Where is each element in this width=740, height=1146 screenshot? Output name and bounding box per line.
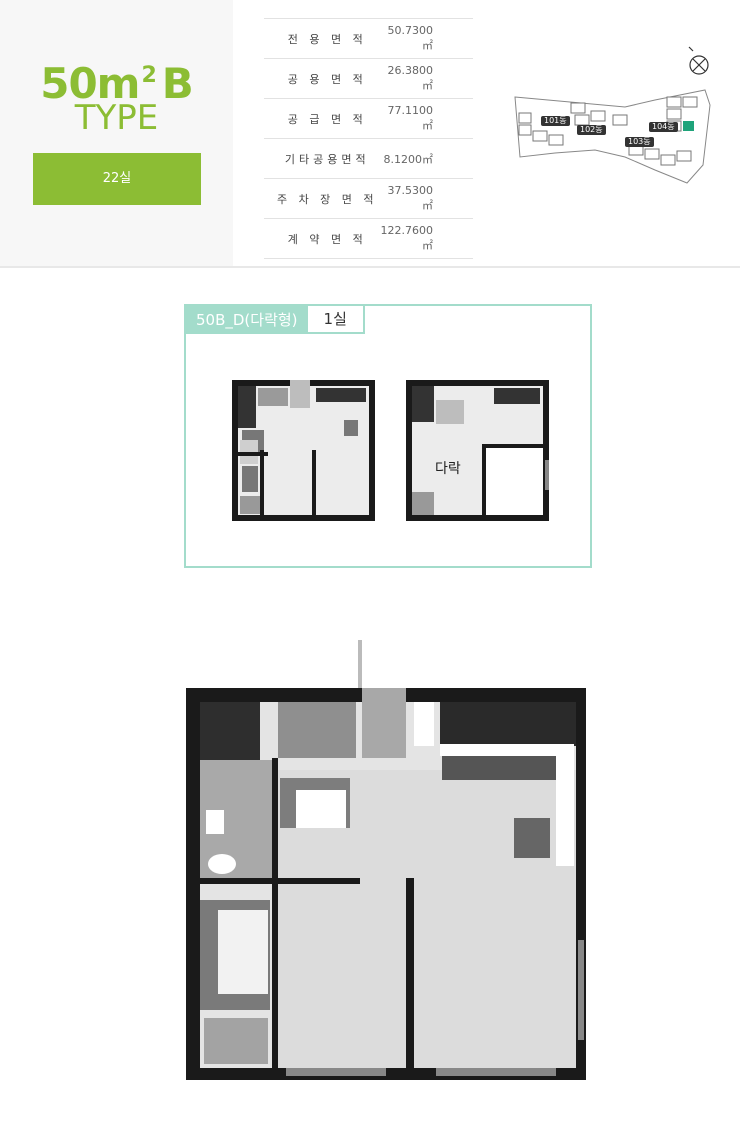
area-value: 8.1200㎡	[379, 138, 473, 179]
units-badge: 22실	[33, 153, 201, 205]
header-divider	[0, 266, 740, 268]
type-title-sup: 2	[141, 63, 156, 88]
area-value: 50.7300㎡	[379, 18, 473, 59]
building-tag: 102동	[577, 125, 606, 135]
area-value: 77.1100㎡	[379, 98, 473, 139]
building-tag: 104동	[649, 122, 678, 132]
area-row: 공 용 면 적 26.3800㎡	[264, 58, 473, 99]
area-label: 공 급 면 적	[264, 98, 380, 139]
area-row: 계 약 면 적 122.7600㎡	[264, 218, 473, 259]
area-value: 122.7600㎡	[379, 218, 473, 259]
area-value: 26.3800㎡	[379, 58, 473, 99]
type-header: 50m2 B TYPE 22실	[0, 0, 233, 266]
area-label: 공 용 면 적	[264, 58, 380, 99]
variant-count: 1실	[307, 306, 365, 334]
mini-floor-plan-loft	[406, 380, 549, 521]
large-floor-plan	[186, 640, 586, 1080]
area-table: 전 용 면 적 50.7300㎡ 공 용 면 적 26.3800㎡ 공 급 면 적7…	[264, 18, 473, 259]
loft-label: 다락	[435, 461, 461, 477]
mini-floor-plan-lower	[232, 380, 375, 521]
area-label: 주 차 장 면 적	[264, 178, 380, 219]
site-plan-map	[514, 46, 711, 184]
variant-tab: 50B_D(다락형) 1실	[186, 306, 365, 334]
area-label: 계 약 면 적	[264, 218, 380, 259]
area-row: 주 차 장 면 적 37.5300㎡	[264, 178, 473, 219]
site-plan: 101동 102동 103동 104동	[505, 45, 720, 190]
area-row: 전 용 면 적 50.7300㎡	[264, 18, 473, 59]
north-compass-icon	[688, 46, 709, 75]
area-label: 기타공용면적	[264, 138, 380, 179]
building-tag: 103동	[625, 137, 654, 147]
variant-name: 50B_D(다락형)	[186, 306, 308, 334]
area-label: 전 용 면 적	[264, 18, 380, 59]
area-row: 공 급 면 적 77.1100㎡	[264, 98, 473, 139]
area-row: 기타공용면적 8.1200㎡	[264, 138, 473, 179]
area-value: 37.5300㎡	[379, 178, 473, 219]
highlight-building	[683, 121, 694, 131]
building-tag: 101동	[541, 116, 570, 126]
type-subtitle: TYPE	[74, 98, 159, 138]
